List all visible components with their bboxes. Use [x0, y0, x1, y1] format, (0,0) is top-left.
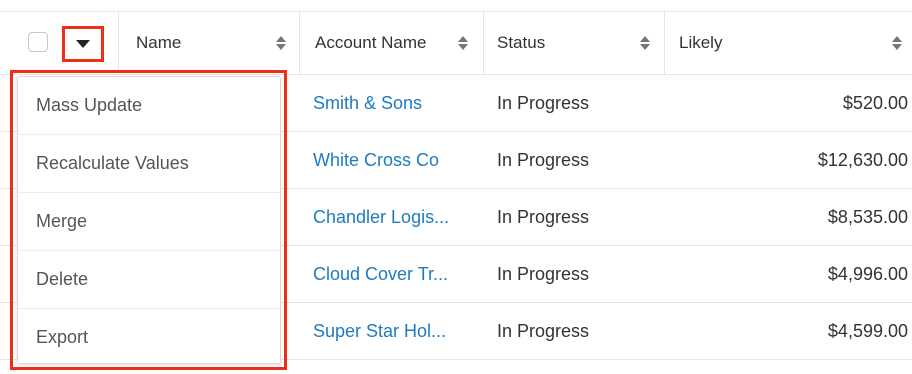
likely-cell: $8,535.00 — [827, 207, 908, 227]
status-cell: In Progress — [497, 321, 590, 341]
mass-actions-menu: Mass Update Recalculate Values Merge Del… — [17, 76, 281, 364]
account-name-link[interactable]: Chandler Logis... — [313, 189, 478, 246]
menu-item-mass-update[interactable]: Mass Update — [18, 77, 280, 134]
column-header-label: Likely — [679, 33, 723, 52]
column-header-label: Account Name — [315, 33, 427, 52]
column-header-account-name[interactable]: Account Name — [315, 12, 455, 74]
status-cell: In Progress — [497, 93, 590, 113]
menu-item-export[interactable]: Export — [18, 309, 280, 366]
column-header-label: Status — [497, 33, 546, 52]
column-header-label: Name — [136, 33, 182, 52]
likely-cell: $4,996.00 — [827, 264, 908, 284]
sort-arrows-icon[interactable] — [452, 12, 474, 74]
status-cell: In Progress — [497, 264, 590, 284]
sort-arrows-icon[interactable] — [270, 12, 292, 74]
account-name-link[interactable]: Cloud Cover Tr... — [313, 246, 478, 303]
likely-cell: $4,599.00 — [827, 321, 908, 341]
menu-item-recalculate-values[interactable]: Recalculate Values — [18, 135, 280, 192]
account-name-link[interactable]: Super Star Hol... — [313, 303, 478, 360]
select-all-checkbox[interactable] — [28, 32, 48, 52]
sort-arrows-icon[interactable] — [886, 12, 908, 74]
caret-down-icon — [76, 39, 90, 48]
account-name-link[interactable]: White Cross Co — [313, 132, 478, 189]
likely-cell: $12,630.00 — [817, 150, 908, 170]
table-header: Name Account Name Status Likely — [0, 12, 912, 74]
column-header-name[interactable]: Name — [136, 12, 256, 74]
mass-actions-dropdown-button[interactable] — [62, 26, 104, 62]
status-cell: In Progress — [497, 207, 590, 227]
sort-arrows-icon[interactable] — [634, 12, 656, 74]
menu-item-merge[interactable]: Merge — [18, 193, 280, 250]
status-cell: In Progress — [497, 150, 590, 170]
account-name-link[interactable]: Smith & Sons — [313, 75, 478, 132]
column-header-likely[interactable]: Likely — [679, 12, 839, 74]
column-header-status[interactable]: Status — [497, 12, 617, 74]
likely-cell: $520.00 — [842, 93, 908, 113]
menu-item-delete[interactable]: Delete — [18, 251, 280, 308]
